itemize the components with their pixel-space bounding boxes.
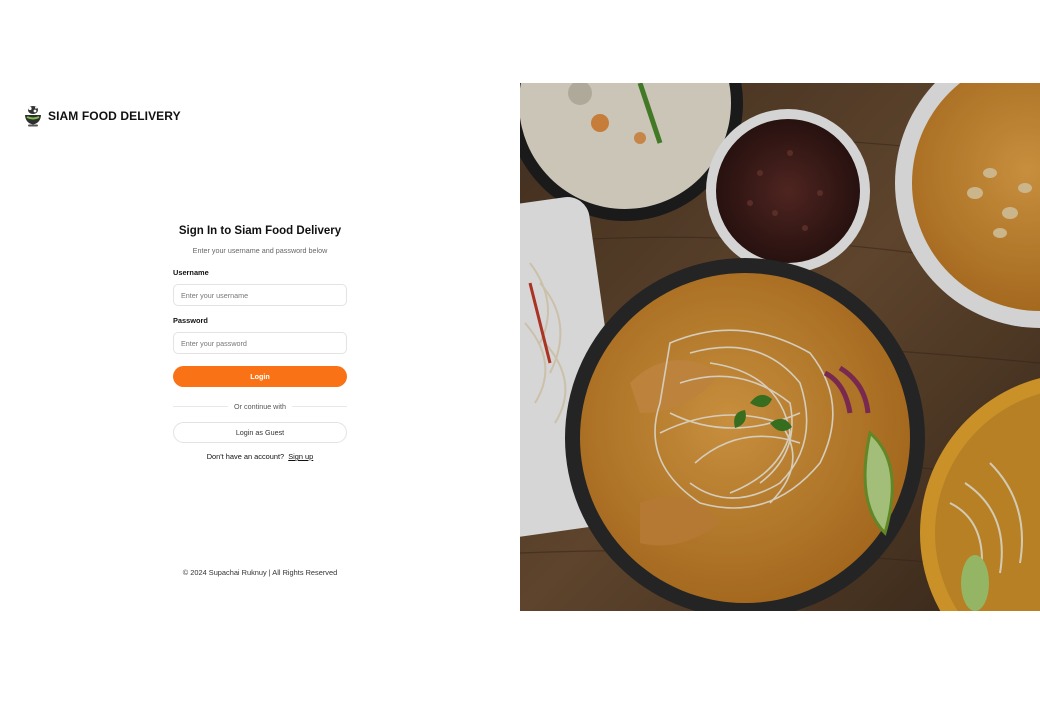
signup-row: Don't have an account? Sign up — [173, 452, 347, 462]
signup-link[interactable]: Sign up — [288, 452, 313, 461]
login-button[interactable]: Login — [173, 366, 347, 387]
hero-food-image — [520, 83, 1040, 611]
divider-line-right — [291, 405, 347, 407]
food-bowl-logo-icon — [24, 105, 42, 127]
signup-prompt: Don't have an account? — [206, 452, 285, 461]
brand[interactable]: SIAM FOOD DELIVERY — [24, 104, 181, 128]
login-as-guest-button[interactable]: Login as Guest — [173, 422, 347, 443]
divider-text: Or continue with — [234, 401, 286, 411]
username-input[interactable] — [173, 284, 347, 306]
sign-in-form: Sign In to Siam Food Delivery Enter your… — [173, 222, 347, 462]
footer-copyright: © 2024 Supachai Ruknuy | All Rights Rese… — [182, 568, 338, 577]
brand-name: SIAM FOOD DELIVERY — [48, 109, 181, 123]
page-subtitle: Enter your username and password below — [192, 246, 328, 255]
password-input[interactable] — [173, 332, 347, 354]
password-label: Password — [173, 316, 208, 325]
divider: Or continue with — [173, 401, 347, 411]
page-title: Sign In to Siam Food Delivery — [178, 225, 342, 237]
divider-line-left — [173, 405, 229, 407]
username-label: Username — [173, 268, 209, 277]
